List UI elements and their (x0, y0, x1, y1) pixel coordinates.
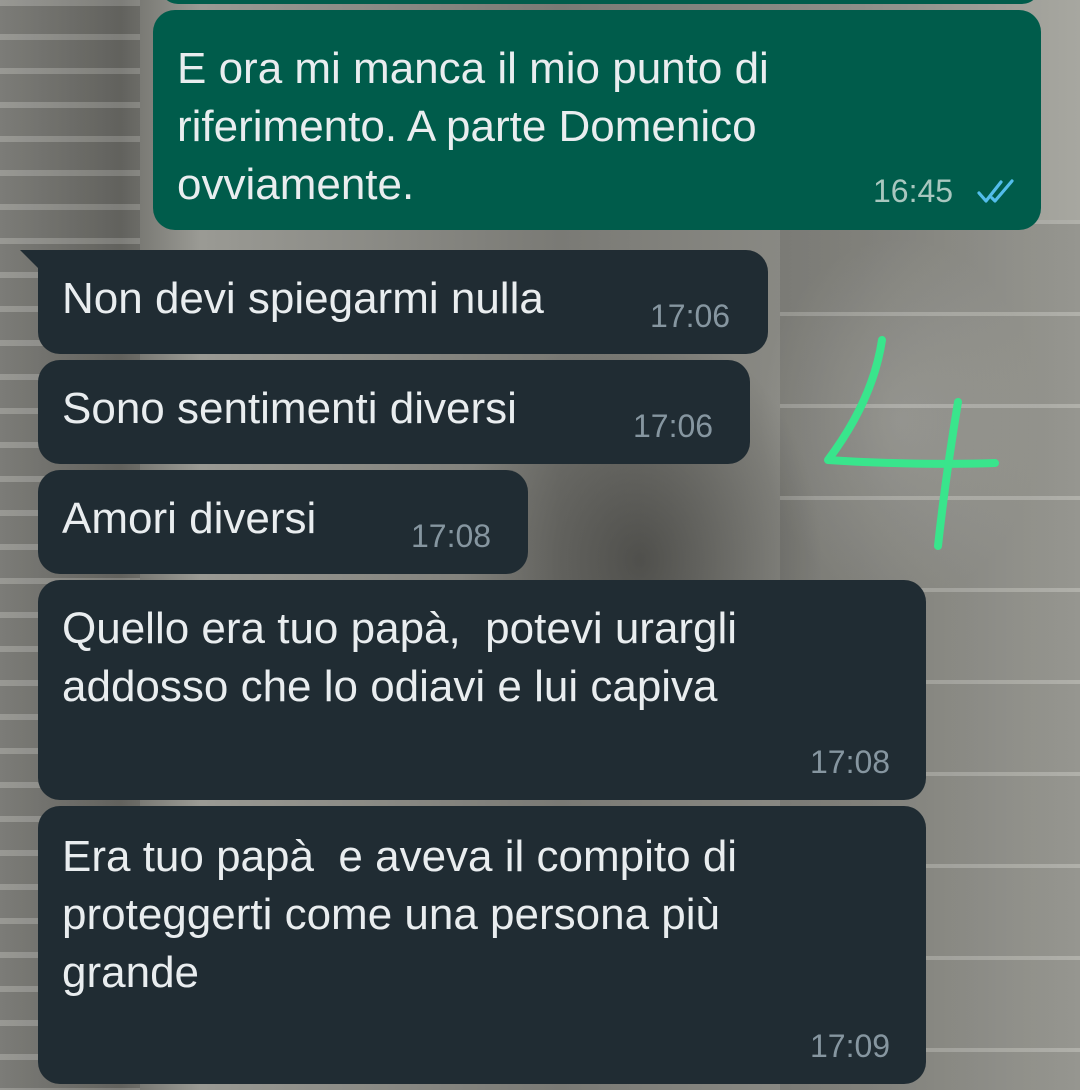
handwritten-number-annotation (824, 336, 999, 550)
message-text: Amori diversi (62, 494, 317, 543)
message-time: 17:08 (411, 518, 492, 554)
message-text: Quello era tuo papà, potevi urargli addo… (62, 604, 738, 711)
previous-message-edge (160, 0, 1040, 4)
message-bubble-outgoing[interactable]: E ora mi manca il mio punto di riferimen… (153, 10, 1041, 230)
message-text: E ora mi manca il mio punto di riferimen… (177, 44, 769, 209)
message-time: 17:08 (810, 744, 891, 780)
double-check-icon (977, 179, 1014, 203)
message-bubble-incoming[interactable]: Quello era tuo papà, potevi urargli addo… (38, 580, 926, 800)
message-text: Non devi spiegarmi nulla (62, 274, 544, 323)
message-text: Sono sentimenti diversi (62, 384, 517, 433)
message-time: 16:45 (873, 173, 954, 209)
message-time: 17:06 (633, 408, 714, 444)
message-text: Era tuo papà e aveva il compito di prote… (62, 832, 738, 997)
message-time: 17:06 (650, 298, 731, 334)
message-bubble-incoming[interactable]: Sono sentimenti diversi 17:06 (38, 360, 750, 464)
message-bubble-incoming[interactable]: Amori diversi 17:08 (38, 470, 528, 574)
message-time: 17:09 (810, 1028, 891, 1064)
message-bubble-incoming[interactable]: Non devi spiegarmi nulla 17:06 (38, 250, 768, 354)
message-bubble-incoming[interactable]: Era tuo papà e aveva il compito di prote… (38, 806, 926, 1084)
